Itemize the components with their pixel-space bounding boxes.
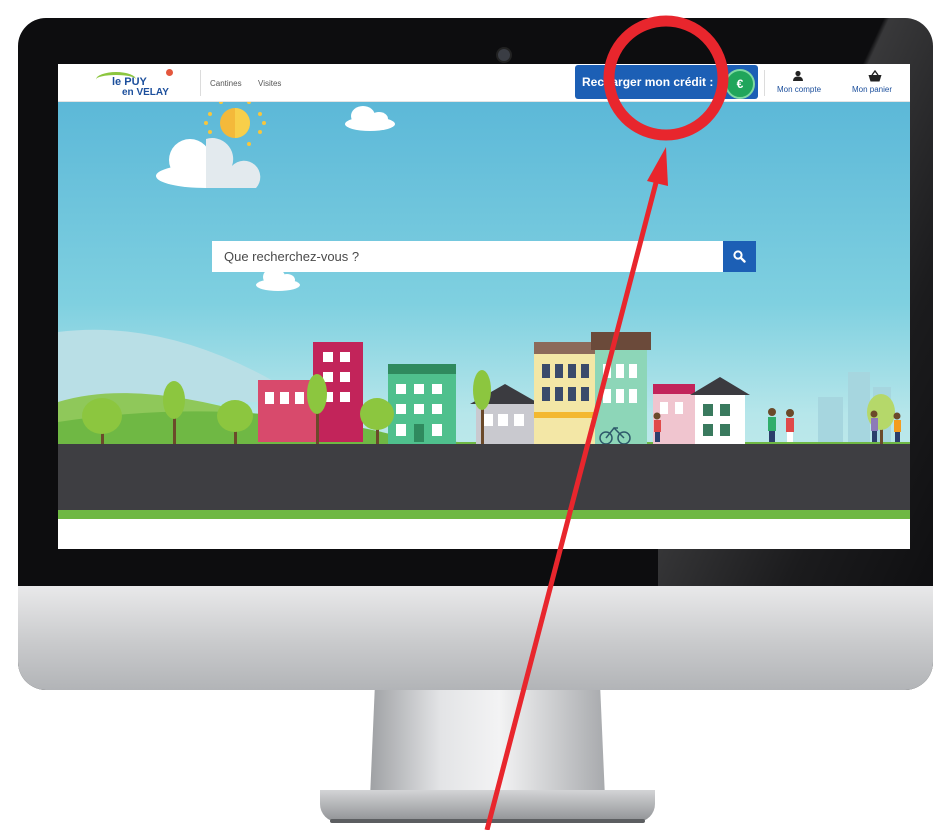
person: [893, 412, 901, 442]
logo-line2: en VELAY: [122, 87, 169, 98]
my-cart-link[interactable]: Mon panier: [838, 68, 910, 98]
cloud-icon: [345, 106, 395, 131]
recharge-credit-button[interactable]: Recharger mon crédit : €: [575, 65, 758, 99]
person: [768, 408, 776, 442]
top-navbar: le PUY en VELAY Cantines Visites Recharg…: [58, 64, 910, 102]
cloud-icon: [156, 138, 261, 188]
user-icon: [793, 70, 803, 81]
city-illustration: [58, 102, 910, 549]
my-account-link[interactable]: Mon compte: [761, 68, 835, 98]
monitor-chin: [18, 586, 933, 690]
search-icon: [733, 250, 746, 263]
building: [534, 342, 599, 444]
person: [870, 410, 878, 442]
webcam-icon: [496, 47, 512, 63]
building: [388, 364, 456, 444]
person: [786, 409, 794, 442]
search-input[interactable]: Que recherchez-vous ?: [212, 241, 723, 272]
monitor-stand-edge: [330, 819, 645, 823]
basket-icon: [868, 70, 882, 82]
nav-link-visites[interactable]: Visites: [258, 79, 281, 88]
site-logo[interactable]: le PUY en VELAY: [92, 68, 182, 98]
euro-coin-icon: €: [725, 69, 755, 99]
hero-banner: Que recherchez-vous ?: [58, 102, 910, 549]
nav-divider: [200, 70, 201, 96]
search-placeholder: Que recherchez-vous ?: [224, 249, 360, 264]
nav-link-cantines[interactable]: Cantines: [210, 79, 242, 88]
my-cart-label: Mon panier: [852, 85, 893, 94]
building: [591, 332, 651, 444]
website-screen: le PUY en VELAY Cantines Visites Recharg…: [58, 64, 910, 549]
my-account-label: Mon compte: [777, 85, 822, 94]
recharge-credit-label: Recharger mon crédit :: [582, 75, 714, 89]
logo-dot-icon: [166, 69, 173, 76]
building: [690, 377, 750, 444]
monitor-stand-base: [320, 790, 655, 822]
search-button[interactable]: [723, 241, 756, 272]
monitor-stand-neck: [370, 690, 605, 798]
